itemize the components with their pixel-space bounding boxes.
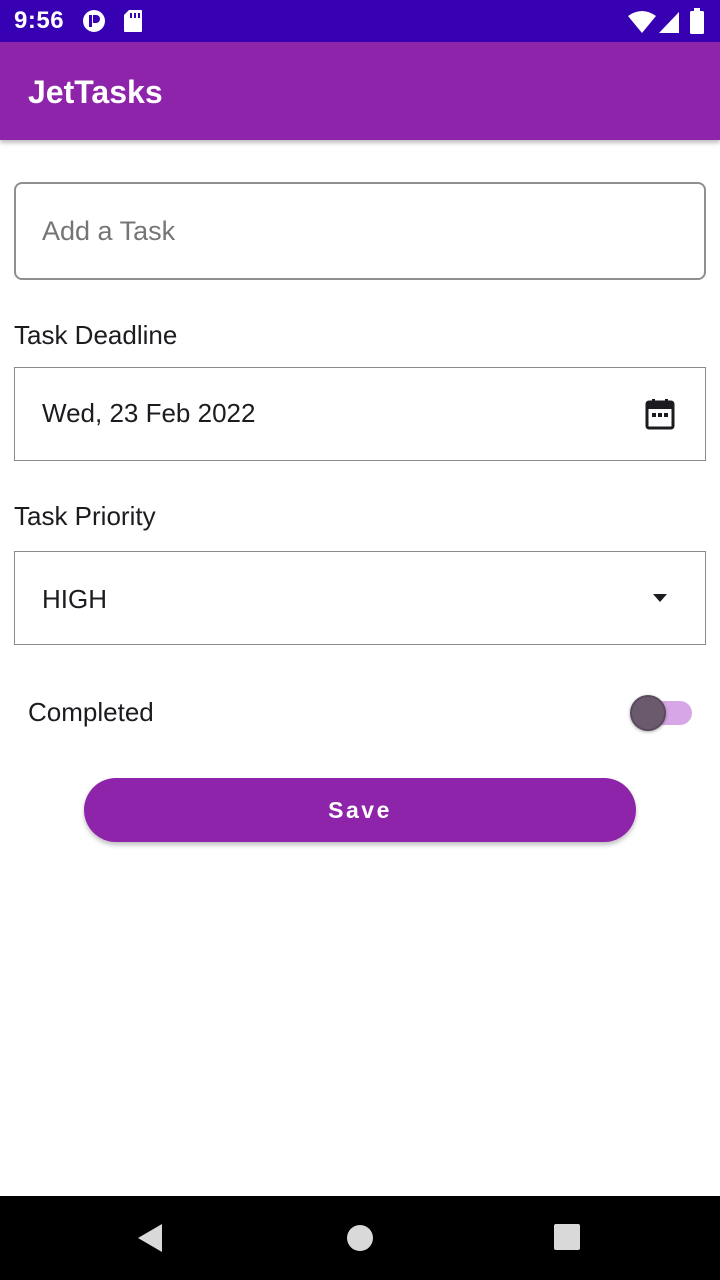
calendar-icon[interactable] [645, 398, 675, 430]
privacy-indicator-icon [83, 10, 105, 32]
save-button[interactable]: Save [84, 778, 636, 842]
task-input[interactable] [42, 210, 662, 252]
priority-dropdown[interactable]: HIGH [14, 551, 706, 645]
priority-label: Task Priority [14, 501, 156, 531]
switch-thumb [630, 695, 666, 731]
home-icon[interactable] [340, 1218, 380, 1258]
cell-signal-icon [659, 12, 679, 33]
wifi-icon [628, 11, 656, 33]
completed-label: Completed [28, 697, 154, 727]
app-bar: JetTasks [0, 42, 720, 140]
battery-icon [690, 8, 704, 34]
app-title: JetTasks [28, 74, 163, 110]
deadline-label: Task Deadline [14, 320, 178, 350]
recents-icon[interactable] [548, 1218, 588, 1258]
status-time: 9:56 [14, 7, 65, 34]
status-bar: 9:56 [0, 0, 720, 42]
sd-card-icon [124, 10, 142, 32]
dropdown-arrow-icon [653, 594, 667, 602]
back-icon[interactable] [132, 1218, 172, 1258]
navigation-bar [0, 1196, 720, 1280]
deadline-field[interactable]: Wed, 23 Feb 2022 [14, 367, 706, 461]
priority-value: HIGH [42, 584, 107, 614]
task-input-container[interactable] [14, 182, 706, 280]
deadline-value: Wed, 23 Feb 2022 [42, 398, 256, 428]
completed-switch[interactable] [630, 694, 694, 732]
